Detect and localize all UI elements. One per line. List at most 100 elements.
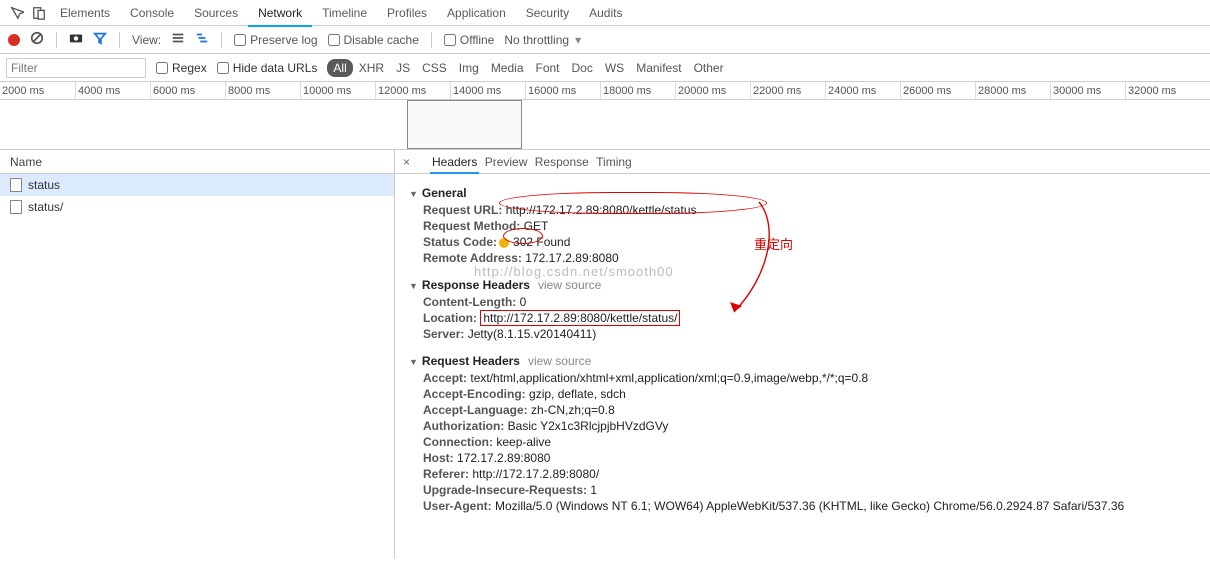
throttling-select[interactable]: No throttling▾ [504,33,581,47]
disable-cache-checkbox[interactable]: Disable cache [328,33,419,47]
detail-tab-response[interactable]: Response [533,152,591,172]
request-headers-title[interactable]: Request Headersview source [409,354,1196,368]
screenshot-icon[interactable] [69,31,83,48]
remote-address-label: Remote Address: [423,251,522,265]
accept-encoding-label: Accept-Encoding: [423,387,526,401]
regex-checkbox[interactable]: Regex [156,61,207,75]
tab-sources[interactable]: Sources [184,1,248,27]
timeline-ruler[interactable]: 2000 ms4000 ms6000 ms8000 ms10000 ms1200… [0,82,1210,100]
devtools-tabs: ElementsConsoleSourcesNetworkTimelinePro… [0,0,1210,26]
accept-encoding-value: gzip, deflate, sdch [529,387,626,401]
connection-value: keep-alive [496,435,551,449]
content-length-value: 0 [520,295,527,309]
request-row[interactable]: status/ [0,196,394,218]
request-row[interactable]: status [0,174,394,196]
user-agent-label: User-Agent: [423,499,492,513]
upgrade-label: Upgrade-Insecure-Requests: [423,483,587,497]
ruler-tick: 26000 ms [900,82,975,99]
referer-label: Referer: [423,467,469,481]
filter-type-css[interactable]: CSS [416,59,453,77]
ruler-tick: 6000 ms [150,82,225,99]
tab-timeline[interactable]: Timeline [312,1,377,27]
request-list-header[interactable]: Name [0,150,394,174]
accept-label: Accept: [423,371,467,385]
general-section-title[interactable]: General [409,186,1196,200]
ruler-tick: 12000 ms [375,82,450,99]
view-source-link-2[interactable]: view source [528,354,591,368]
ruler-tick: 8000 ms [225,82,300,99]
tab-console[interactable]: Console [120,1,184,27]
tab-profiles[interactable]: Profiles [377,1,437,27]
filter-type-ws[interactable]: WS [599,59,630,77]
request-url-value: http://172.17.2.89:8080/kettle/status [506,203,697,217]
close-icon[interactable]: × [403,155,410,169]
waterfall-icon[interactable] [195,31,209,48]
offline-checkbox[interactable]: Offline [444,33,494,47]
timeline-overview[interactable] [0,100,1210,150]
ruler-tick: 28000 ms [975,82,1050,99]
request-detail: × Headers Preview Response Timing Genera… [395,150,1210,559]
disable-cache-label: Disable cache [344,33,419,47]
filter-icon[interactable] [93,31,107,48]
filter-type-img[interactable]: Img [453,59,485,77]
filter-type-doc[interactable]: Doc [566,59,599,77]
tab-elements[interactable]: Elements [50,1,120,27]
overview-window[interactable] [407,100,522,149]
server-value: Jetty(8.1.15.v20140411) [468,327,597,341]
filter-input[interactable] [6,58,146,78]
offline-label: Offline [460,33,494,47]
device-icon[interactable] [32,6,46,20]
request-url-label: Request URL: [423,203,502,217]
record-button[interactable] [8,34,20,46]
filter-type-other[interactable]: Other [688,59,730,77]
filter-bar: Regex Hide data URLs AllXHRJSCSSImgMedia… [0,54,1210,82]
request-method-value: GET [524,219,549,233]
location-value: http://172.17.2.89:8080/kettle/status/ [480,310,680,326]
status-code-label: Status Code: [423,235,497,249]
detail-tabs: × Headers Preview Response Timing [395,150,1210,174]
preserve-log-checkbox[interactable]: Preserve log [234,33,317,47]
status-code-value: 302 Found [513,235,570,249]
detail-tab-timing[interactable]: Timing [594,152,634,172]
throttling-value: No throttling [504,33,569,47]
ruler-tick: 30000 ms [1050,82,1125,99]
filter-type-all[interactable]: All [327,59,352,77]
request-name: status/ [28,200,63,214]
tab-application[interactable]: Application [437,1,516,27]
filter-type-js[interactable]: JS [390,59,416,77]
filter-type-font[interactable]: Font [530,59,566,77]
large-rows-icon[interactable] [171,31,185,48]
filter-type-manifest[interactable]: Manifest [630,59,687,77]
headers-pane: General Request URL: http://172.17.2.89:… [395,174,1210,559]
hide-data-urls-checkbox[interactable]: Hide data URLs [217,61,318,75]
tab-security[interactable]: Security [516,1,579,27]
view-label: View: [132,33,161,47]
user-agent-value: Mozilla/5.0 (Windows NT 6.1; WOW64) Appl… [495,499,1124,513]
filter-type-xhr[interactable]: XHR [353,59,390,77]
preserve-log-label: Preserve log [250,33,317,47]
location-label: Location: [423,311,477,325]
host-value: 172.17.2.89:8080 [457,451,550,465]
remote-address-value: 172.17.2.89:8080 [525,251,618,265]
authorization-label: Authorization: [423,419,504,433]
clear-icon[interactable] [30,31,44,48]
accept-language-value: zh-CN,zh;q=0.8 [531,403,615,417]
detail-tab-preview[interactable]: Preview [483,152,530,172]
inspect-icon[interactable] [10,6,24,20]
server-label: Server: [423,327,464,341]
network-toolbar: View: Preserve log Disable cache Offline… [0,26,1210,54]
referer-value: http://172.17.2.89:8080/ [472,467,599,481]
host-label: Host: [423,451,454,465]
content-length-label: Content-Length: [423,295,516,309]
ruler-tick: 32000 ms [1125,82,1200,99]
tab-network[interactable]: Network [248,1,312,27]
ruler-tick: 4000 ms [75,82,150,99]
tab-audits[interactable]: Audits [579,1,632,27]
regex-label: Regex [172,61,207,75]
detail-tab-headers[interactable]: Headers [430,152,479,174]
view-source-link[interactable]: view source [538,278,601,292]
filter-type-media[interactable]: Media [485,59,530,77]
response-headers-title[interactable]: Response Headersview source [409,278,1196,292]
ruler-tick: 24000 ms [825,82,900,99]
connection-label: Connection: [423,435,493,449]
